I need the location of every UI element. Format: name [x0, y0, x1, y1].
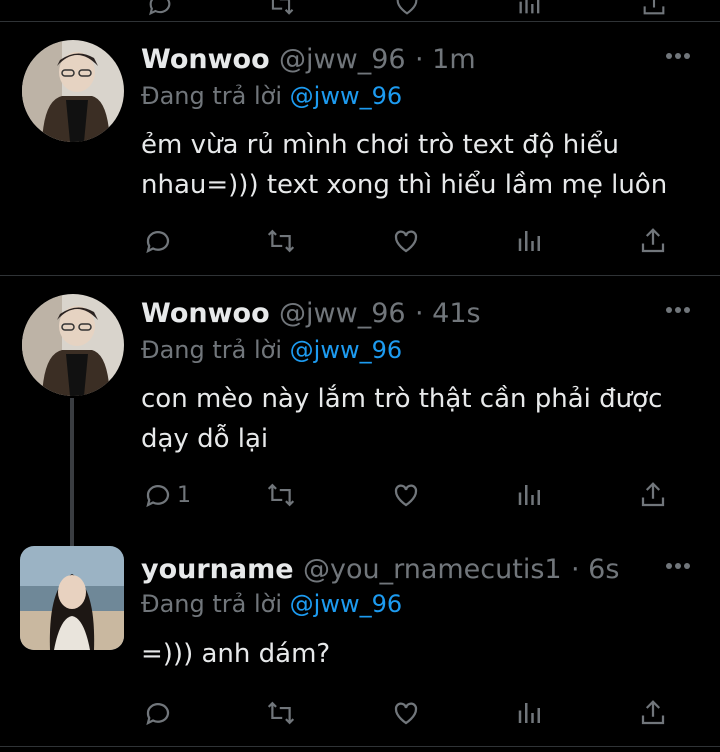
reply-bubble-icon	[143, 480, 173, 510]
timestamp[interactable]: · 6s	[571, 554, 619, 585]
share-button[interactable]	[638, 226, 668, 256]
tweet-actions: 1	[140, 480, 680, 514]
reply-button[interactable]	[143, 698, 177, 728]
display-name[interactable]: yourname	[141, 554, 294, 585]
avatar[interactable]	[22, 40, 124, 142]
handle[interactable]: @jww_96	[279, 44, 406, 75]
avatar[interactable]	[22, 294, 124, 396]
handle[interactable]: @you_rnamecutis1	[303, 554, 562, 585]
reply-bubble-icon	[143, 226, 173, 256]
previous-tweet-actions	[0, 0, 720, 20]
share-icon	[638, 480, 668, 510]
reply-count: 1	[177, 482, 191, 508]
like-button[interactable]	[390, 480, 422, 510]
like-button[interactable]	[390, 226, 422, 256]
share-button[interactable]	[638, 480, 668, 510]
tweet-actions	[140, 226, 680, 260]
reply-bubble-icon	[143, 698, 173, 728]
timestamp[interactable]: · 41s	[415, 298, 481, 329]
replying-to: Đang trả lời @jww_96	[141, 82, 402, 110]
display-name[interactable]: Wonwoo	[141, 298, 270, 329]
views-button[interactable]	[515, 480, 545, 510]
tweet-text: con mèo này lắm trò thật cần phải được d…	[141, 384, 663, 454]
heart-icon[interactable]	[392, 0, 422, 18]
share-button[interactable]	[638, 698, 668, 728]
retweet-button[interactable]	[265, 698, 297, 728]
reply-prefix: Đang trả lời	[141, 590, 283, 618]
reply-button[interactable]	[143, 226, 177, 256]
author-line: yourname @you_rnamecutis1 · 6s	[141, 554, 619, 585]
handle[interactable]: @jww_96	[279, 298, 406, 329]
retweet-icon	[265, 480, 297, 510]
replying-to: Đang trả lời @jww_96	[141, 590, 402, 618]
heart-icon	[390, 698, 422, 728]
analytics-icon[interactable]	[516, 0, 544, 18]
retweet-button[interactable]	[265, 226, 297, 256]
divider	[0, 21, 720, 22]
reply-mention[interactable]: @jww_96	[290, 336, 402, 364]
divider	[0, 275, 720, 276]
reply-mention[interactable]: @jww_96	[290, 590, 402, 618]
retweet-icon	[265, 226, 297, 256]
reply-prefix: Đang trả lời	[141, 82, 283, 110]
analytics-icon	[515, 226, 545, 256]
like-button[interactable]	[390, 698, 422, 728]
display-name[interactable]: Wonwoo	[141, 44, 270, 75]
heart-icon	[390, 226, 422, 256]
author-line: Wonwoo @jww_96 · 41s	[141, 298, 481, 329]
views-button[interactable]	[515, 226, 545, 256]
reply-mention[interactable]: @jww_96	[290, 82, 402, 110]
tweet-text: ẻm vừa rủ mình chơi trò text độ hiểu nha…	[141, 130, 668, 200]
retweet-button[interactable]	[265, 480, 297, 510]
reply-button[interactable]: 1	[143, 480, 191, 510]
thread-connector	[70, 398, 74, 548]
retweet-icon	[265, 698, 297, 728]
analytics-icon	[515, 698, 545, 728]
share-icon	[638, 226, 668, 256]
avatar[interactable]	[20, 546, 124, 650]
analytics-icon	[515, 480, 545, 510]
more-horizontal-icon[interactable]	[665, 306, 691, 314]
share-icon	[638, 698, 668, 728]
heart-icon	[390, 480, 422, 510]
reply-bubble-icon[interactable]	[146, 0, 174, 18]
author-line: Wonwoo @jww_96 · 1m	[141, 44, 476, 75]
retweet-icon[interactable]	[266, 0, 296, 18]
share-icon[interactable]	[640, 0, 668, 18]
reply-prefix: Đang trả lời	[141, 336, 283, 364]
replying-to: Đang trả lời @jww_96	[141, 336, 402, 364]
more-horizontal-icon[interactable]	[665, 52, 691, 60]
views-button[interactable]	[515, 698, 545, 728]
tweet-actions	[140, 698, 680, 732]
tweet-text: =))) anh dám?	[141, 639, 331, 669]
timestamp[interactable]: · 1m	[415, 44, 476, 75]
divider	[0, 746, 720, 747]
more-horizontal-icon[interactable]	[665, 562, 691, 570]
